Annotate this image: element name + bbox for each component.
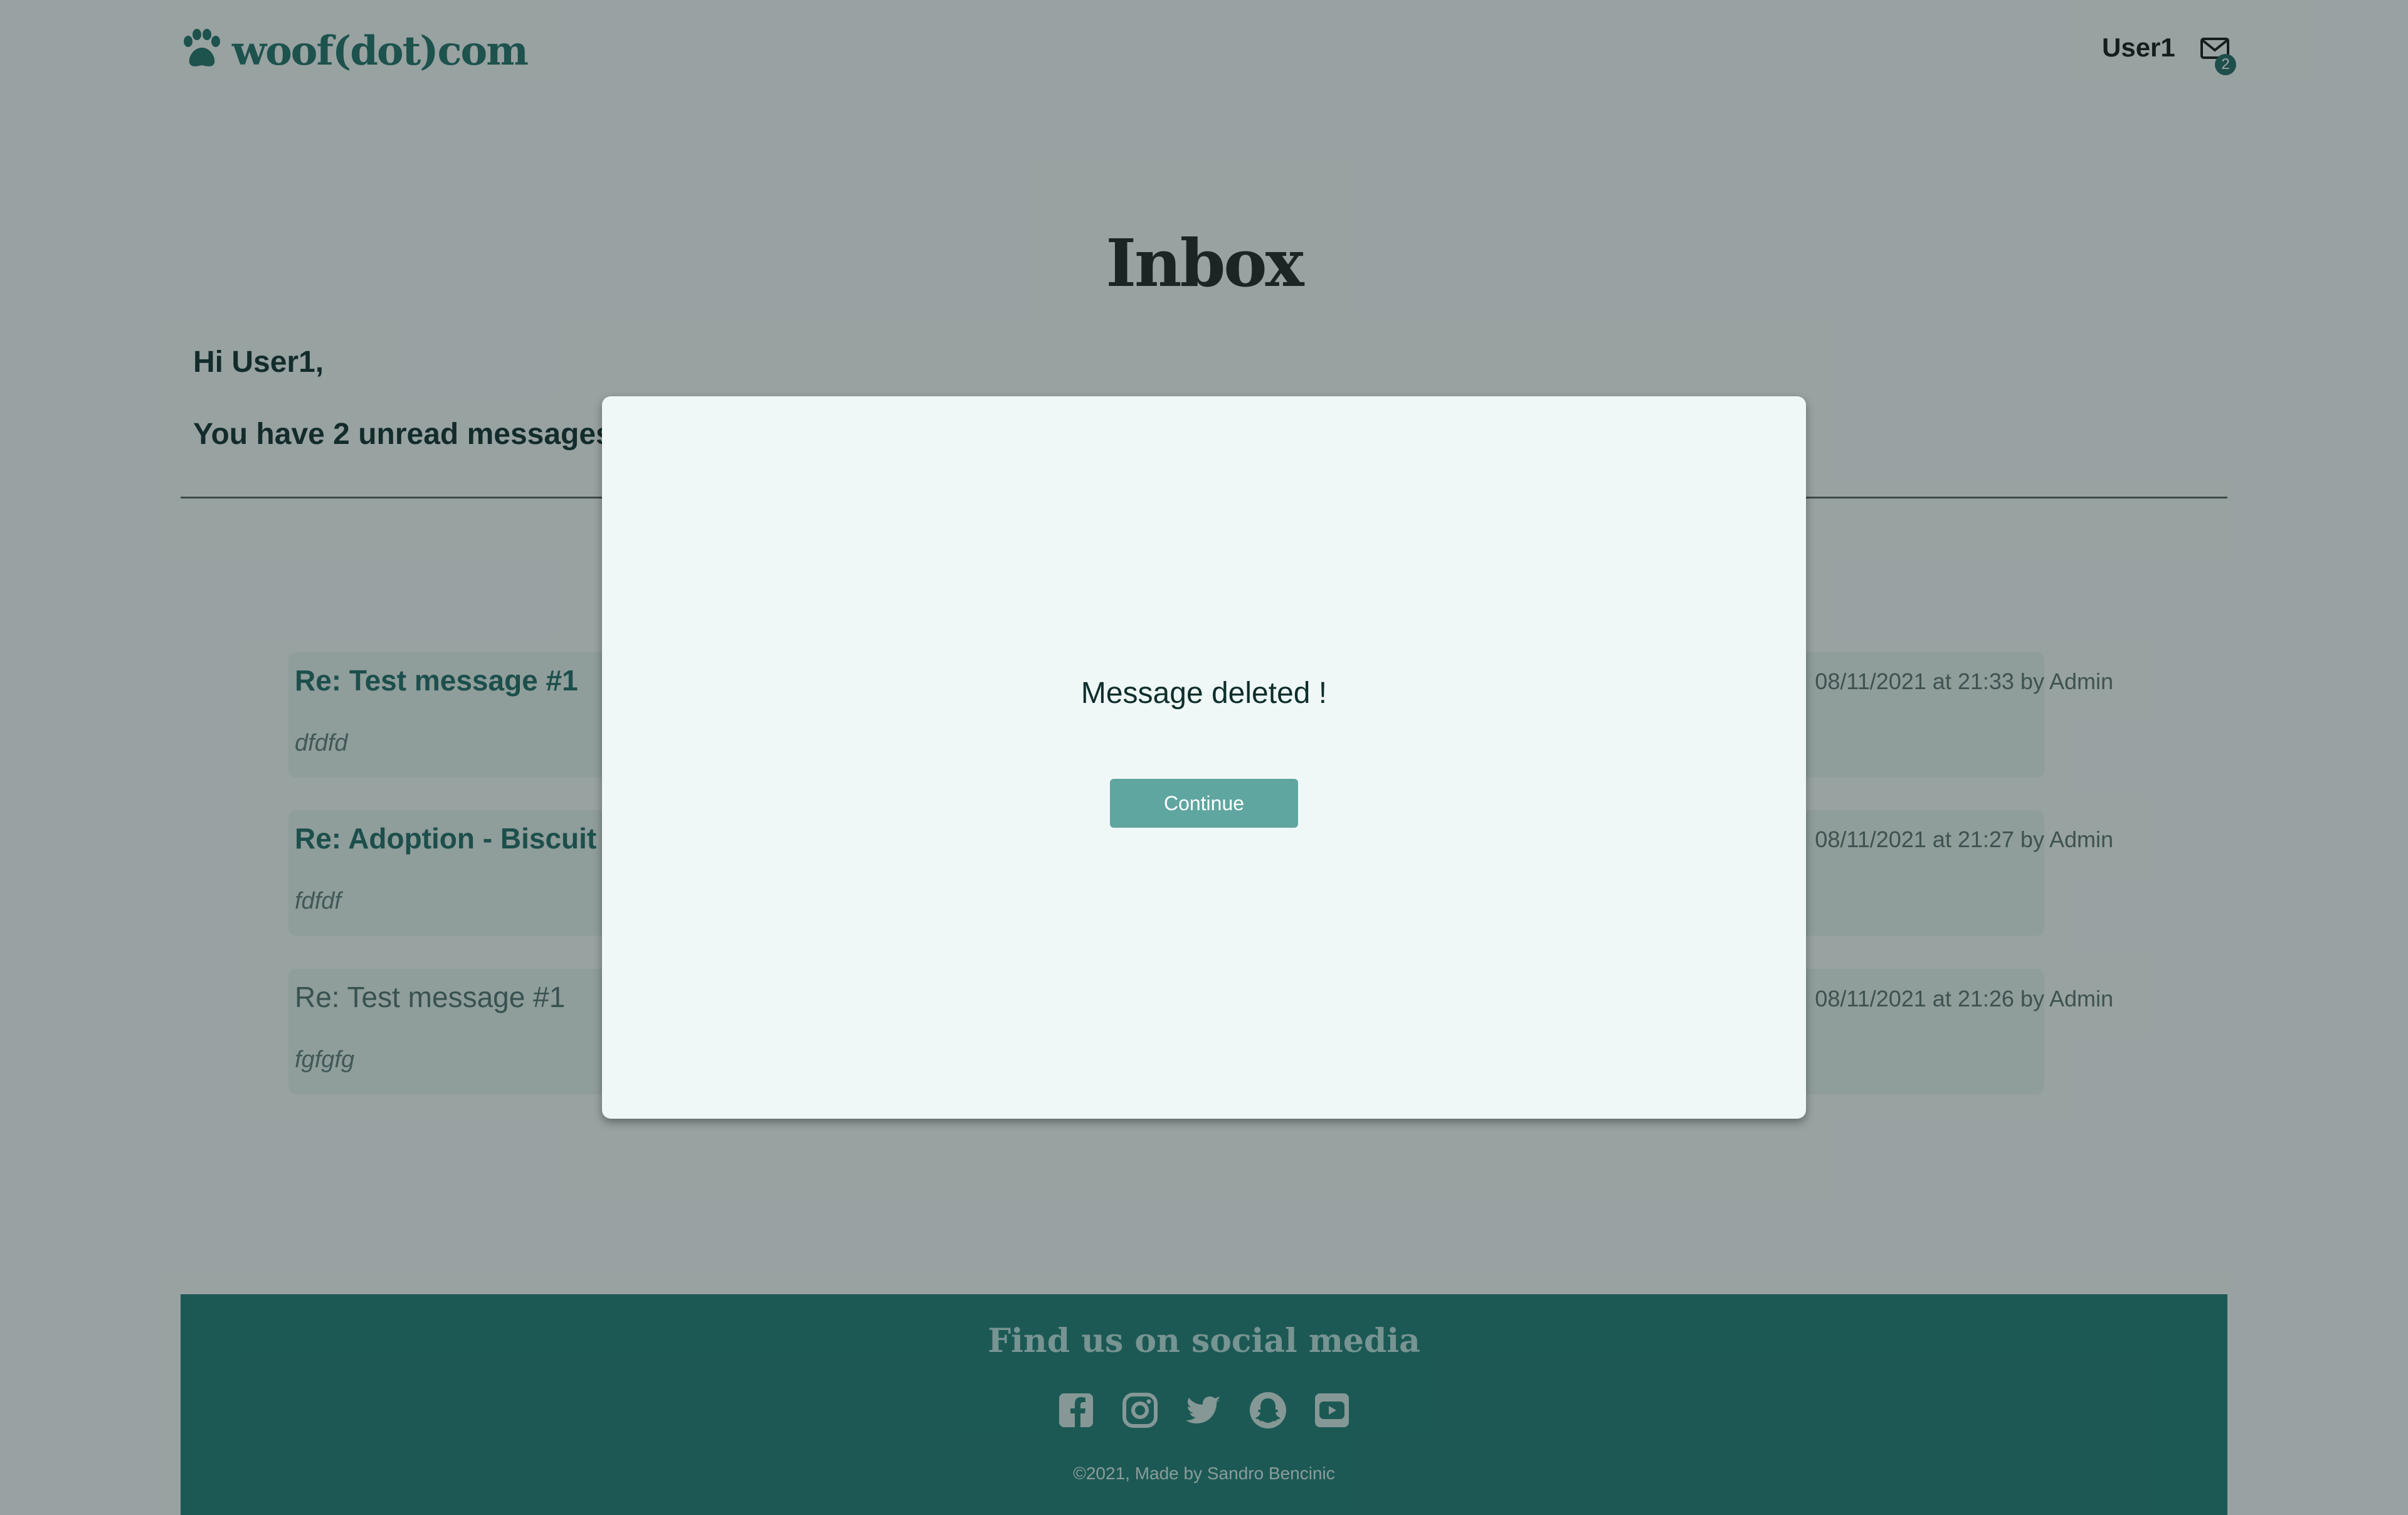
modal-message: Message deleted ! [1080,677,1328,710]
page: woof(dot)com User1 2 Inbox Hi User1, You… [0,0,2408,1515]
continue-button[interactable]: Continue [1110,779,1298,828]
confirmation-modal: Message deleted ! Continue [602,396,1806,1119]
